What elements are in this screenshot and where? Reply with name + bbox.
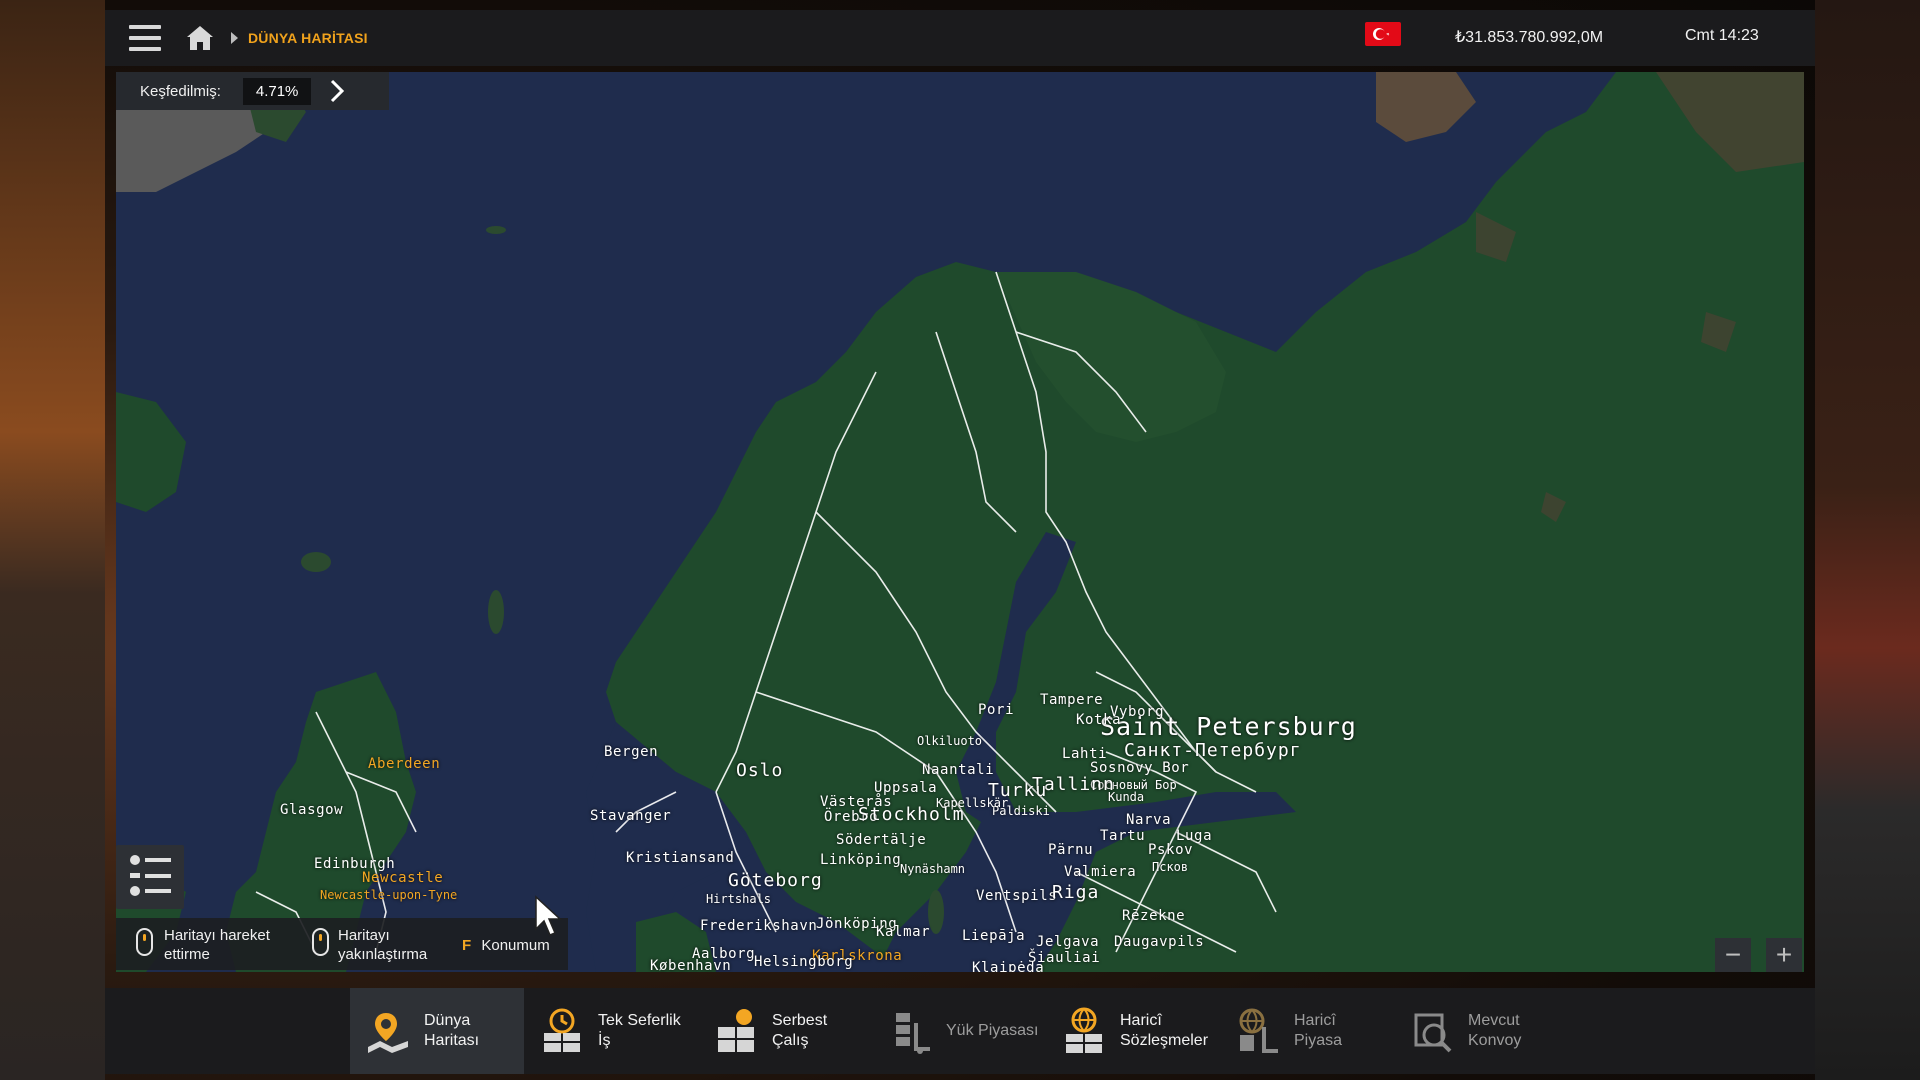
city-label: Daugavpils — [1114, 934, 1205, 950]
quick-job-icon — [544, 1008, 580, 1052]
city-label: Nynäshamn — [900, 862, 966, 876]
nav-label: Haricî Sözleşmeler — [1120, 1012, 1209, 1049]
city-label: Kristiansand — [626, 850, 735, 866]
nav-external-market[interactable]: Haricî Piyasa — [1220, 988, 1394, 1074]
mouse-cursor-icon — [535, 895, 562, 936]
city-label: Frederikshavn — [700, 918, 818, 934]
key-f-badge: F — [462, 937, 472, 954]
explored-value: 4.71% — [242, 77, 312, 105]
city-label: Oslo — [736, 760, 784, 781]
city-label: Санкт-Петербург — [1124, 740, 1302, 761]
city-label: Glasgow — [280, 802, 344, 818]
city-label: Narva — [1126, 812, 1172, 828]
city-label: Bergen — [604, 744, 659, 760]
nav-label: Tek Seferlik İş — [598, 1012, 681, 1049]
city-label: Tartu — [1100, 828, 1146, 844]
hint-locate-label: Konumum — [481, 937, 550, 954]
nav-quick-job[interactable]: Tek Seferlik İş — [524, 988, 698, 1074]
breadcrumb-current[interactable]: DÜNYA HARİTASI — [248, 30, 368, 46]
city-label: Naantali — [922, 762, 995, 778]
world-map[interactable]: Saint Petersburg Санкт-Петербург Tampere… — [116, 72, 1804, 972]
legend-list-icon — [130, 855, 171, 896]
map-legend-button[interactable] — [116, 845, 184, 909]
mouse-drag-icon — [136, 928, 153, 956]
city-label: Södertälje — [836, 832, 927, 848]
city-label: Pori — [978, 702, 1015, 718]
freight-market-icon — [718, 1009, 754, 1052]
zoom-in-button[interactable]: + — [1766, 938, 1802, 972]
background-scenery-left — [0, 0, 105, 1080]
world-map-icon — [368, 1013, 408, 1053]
city-label: Newcastle — [362, 870, 444, 886]
city-label: Riga — [1052, 882, 1100, 903]
city-label: Göteborg — [728, 870, 823, 891]
turkey-flag-icon — [1365, 22, 1401, 46]
city-label: Hirtshals — [706, 892, 772, 906]
city-label: Liepāja — [962, 928, 1026, 944]
explored-panel: Keşfedilmiş: 4.71% — [116, 72, 389, 110]
nav-external-contracts[interactable]: Haricî Sözleşmeler — [1046, 988, 1220, 1074]
external-market-icon — [1239, 1008, 1278, 1053]
city-label: Rēzekne — [1122, 908, 1186, 924]
city-label: Valmiera — [1064, 864, 1137, 880]
nav-label: Serbest Çalış — [772, 1012, 828, 1049]
city-label: Linköping — [820, 852, 902, 868]
city-label: Ventspils — [976, 888, 1058, 904]
city-label: Vyborg — [1110, 704, 1165, 720]
convoy-icon — [1414, 1013, 1452, 1053]
nav-label: Mevcut Konvoy — [1468, 1012, 1522, 1049]
nav-world-map[interactable]: Dünya Haritası — [350, 988, 524, 1074]
city-label: Tampere — [1040, 692, 1104, 708]
cargo-market-icon — [896, 1013, 930, 1054]
nav-label: Yük Piyasası — [946, 1022, 1039, 1039]
bottom-navigation: Dünya Haritası Tek Seferlik İş Serbest Ç… — [105, 988, 1815, 1074]
city-label: Pskov — [1148, 842, 1194, 858]
city-label: København — [650, 958, 732, 972]
city-label: Newcastle-upon-Tyne — [320, 888, 458, 902]
home-icon[interactable] — [185, 24, 215, 52]
external-contracts-icon — [1066, 1007, 1102, 1053]
hint-move-map: Haritayı hareket ettirme — [164, 927, 270, 963]
nav-cargo-market[interactable]: Yük Piyasası — [872, 988, 1046, 1074]
city-label: Klaipėda — [972, 960, 1045, 972]
money-balance: ₺31.853.780.992,0M — [1455, 29, 1604, 46]
city-label: Stockholm — [858, 804, 965, 825]
nav-convoy[interactable]: Mevcut Konvoy — [1394, 988, 1568, 1074]
city-label: Helsingborg — [754, 954, 854, 970]
nav-label: Dünya Haritası — [424, 1012, 480, 1049]
map-terrain — [116, 72, 1804, 972]
nav-label: Haricî Piyasa — [1294, 1012, 1343, 1049]
mouse-scroll-icon — [312, 928, 329, 956]
background-scenery-right — [1815, 0, 1920, 1080]
city-label: Aberdeen — [368, 756, 441, 772]
city-label: Kalmar — [876, 924, 931, 940]
hamburger-menu-icon[interactable] — [129, 25, 161, 51]
nav-freight-market[interactable]: Serbest Çalış — [698, 988, 872, 1074]
city-label: Stavanger — [590, 808, 672, 824]
city-label: Olkiluoto — [917, 734, 983, 748]
hint-zoom-map: Haritayı yakınlaştırma — [338, 927, 428, 963]
city-label: Jelgava — [1036, 934, 1100, 950]
city-label: Псков — [1152, 860, 1189, 874]
zoom-out-button[interactable]: − — [1715, 938, 1751, 972]
game-clock: Cmt 14:23 — [1685, 27, 1759, 44]
top-bar: DÜNYA HARİTASI ₺31.853.780.992,0M Cmt 14… — [105, 10, 1815, 66]
chevron-right-icon[interactable] — [323, 77, 351, 105]
explored-label: Keşfedilmiş: — [140, 82, 221, 100]
plus-icon: + — [1775, 939, 1793, 970]
control-hints: Haritayı hareket ettirme Haritayı yakınl… — [116, 918, 568, 970]
minus-icon: − — [1724, 939, 1742, 970]
breadcrumb-chevron-icon — [231, 32, 238, 44]
city-label: Pärnu — [1048, 842, 1094, 858]
